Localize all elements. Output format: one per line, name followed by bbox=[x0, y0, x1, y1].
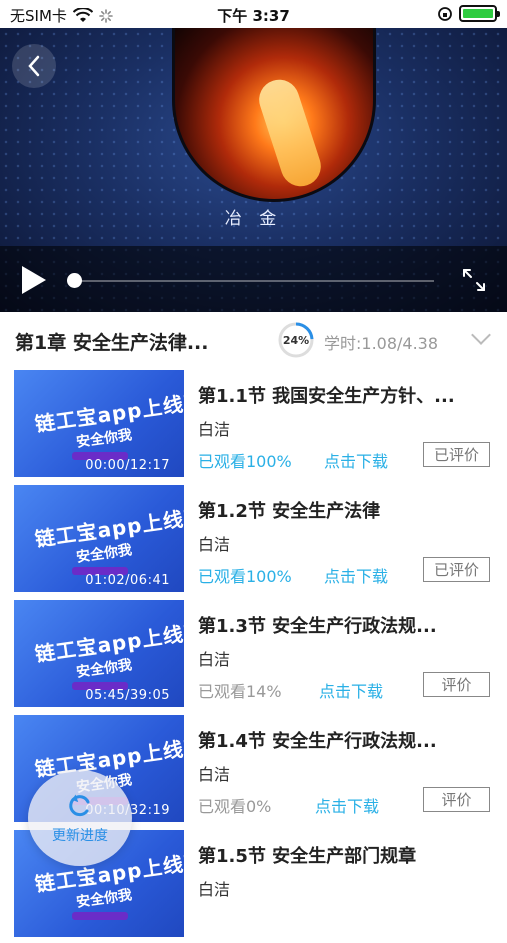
lesson-duration: 05:45/39:05 bbox=[85, 688, 170, 703]
lesson-teacher: 白洁 bbox=[198, 650, 231, 669]
list-item[interactable]: 链工宝app上线啦! 安全你我 05:45/39:05 第1.3节 安全生产行政… bbox=[0, 598, 507, 713]
chevron-left-icon bbox=[28, 55, 40, 77]
status-right bbox=[437, 5, 500, 22]
video-player[interactable]: 冶 金 bbox=[0, 28, 507, 312]
lesson-teacher: 白洁 bbox=[198, 765, 231, 784]
chapter-header[interactable]: 第1章 安全生产法律... 24% 学时:1.08/4.38 bbox=[0, 312, 507, 368]
back-button[interactable] bbox=[12, 44, 56, 88]
refresh-icon bbox=[69, 794, 90, 817]
chapter-progress-ring: 24% bbox=[277, 321, 315, 359]
lesson-title[interactable]: 第1.5节 安全生产部门规章 bbox=[198, 842, 490, 868]
battery-icon bbox=[459, 5, 500, 22]
download-link[interactable]: 点击下载 bbox=[324, 563, 388, 587]
status-time: 下午 3:37 bbox=[217, 7, 290, 25]
lesson-title[interactable]: 第1.1节 我国安全生产方针、... bbox=[198, 382, 490, 408]
lesson-watched: 已观看100% bbox=[198, 567, 292, 586]
fullscreen-icon[interactable] bbox=[460, 266, 488, 294]
video-caption: 冶 金 bbox=[224, 209, 283, 229]
seek-bar[interactable] bbox=[70, 280, 434, 282]
lesson-thumbnail[interactable]: 链工宝app上线啦! 安全你我 00:00/12:17 bbox=[14, 370, 184, 477]
chapter-progress-label: 24% bbox=[282, 333, 310, 347]
status-bar: 无SIM卡 下午 3:37 bbox=[0, 0, 507, 28]
rate-button[interactable]: 评价 bbox=[423, 672, 490, 697]
update-progress-button[interactable]: 更新进度 bbox=[28, 770, 132, 866]
download-link[interactable]: 点击下载 bbox=[324, 448, 388, 472]
rate-button[interactable]: 评价 bbox=[423, 787, 490, 812]
lesson-duration: 01:02/06:41 bbox=[85, 573, 170, 588]
download-link[interactable]: 点击下载 bbox=[315, 793, 379, 817]
rate-button[interactable]: 已评价 bbox=[423, 442, 490, 467]
rate-button[interactable]: 已评价 bbox=[423, 557, 490, 582]
lesson-title[interactable]: 第1.2节 安全生产法律 bbox=[198, 497, 490, 523]
lesson-teacher: 白洁 bbox=[198, 420, 231, 439]
list-item[interactable]: 链工宝app上线啦! 安全你我 01:02/06:41 第1.2节 安全生产法律… bbox=[0, 483, 507, 598]
chapter-hours: 学时:1.08/4.38 bbox=[324, 334, 439, 353]
lesson-duration: 00:00/12:17 bbox=[85, 458, 170, 473]
seek-handle[interactable] bbox=[67, 273, 82, 288]
lesson-thumbnail[interactable]: 链工宝app上线啦! 安全你我 05:45/39:05 bbox=[14, 600, 184, 707]
lesson-teacher: 白洁 bbox=[198, 880, 231, 899]
lesson-teacher: 白洁 bbox=[198, 535, 231, 554]
update-progress-label: 更新进度 bbox=[52, 828, 108, 844]
play-icon[interactable] bbox=[22, 266, 46, 294]
rotation-lock-icon bbox=[438, 6, 452, 21]
lesson-watched: 已观看100% bbox=[198, 452, 292, 471]
lesson-title[interactable]: 第1.3节 安全生产行政法规... bbox=[198, 612, 490, 638]
download-link[interactable]: 点击下载 bbox=[319, 678, 383, 702]
lesson-watched: 已观看0% bbox=[198, 797, 272, 816]
list-item[interactable]: 链工宝app上线啦! 安全你我 00:00/12:17 第1.1节 我国安全生产… bbox=[0, 368, 507, 483]
lesson-title[interactable]: 第1.4节 安全生产行政法规... bbox=[198, 727, 490, 753]
lesson-thumbnail[interactable]: 链工宝app上线啦! 安全你我 01:02/06:41 bbox=[14, 485, 184, 592]
player-controls bbox=[0, 246, 507, 312]
chapter-title: 第1章 安全生产法律... bbox=[15, 332, 209, 354]
lesson-watched: 已观看14% bbox=[198, 682, 282, 701]
chevron-down-icon[interactable] bbox=[471, 325, 491, 345]
